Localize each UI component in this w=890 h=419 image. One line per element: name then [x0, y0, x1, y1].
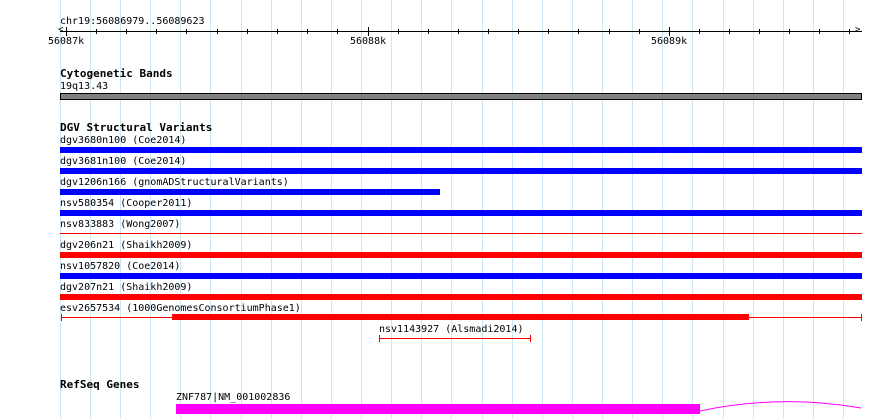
dgv-feature-bar[interactable]: [60, 168, 862, 174]
dgv-feature-bar[interactable]: [60, 189, 440, 195]
gene-exon-bar[interactable]: [176, 404, 700, 414]
dgv-feature-bar[interactable]: [60, 294, 862, 300]
location-label: chr19:56086979..56089623: [60, 16, 205, 27]
dgv-feature-bar[interactable]: [60, 210, 862, 216]
ruler-right-arrow-icon: >: [855, 25, 861, 35]
refseq-track-title: RefSeq Genes: [60, 378, 140, 391]
dgv-feature-bar[interactable]: [60, 147, 862, 153]
dgv-feature-label: nsv1057820 (Coe2014): [60, 261, 181, 272]
gene-label: ZNF787|NM_001002836: [176, 392, 291, 403]
dgv-feature-label: dgv1206n166 (gnomADStructuralVariants): [60, 177, 289, 188]
dgv-track-title: DGV Structural Variants: [60, 121, 213, 134]
dgv-feature-label: dgv206n21 (Shaikh2009): [60, 240, 193, 251]
ruler-axis: [60, 31, 862, 32]
dgv-feature-label: dgv3680n100 (Coe2014): [60, 135, 187, 146]
cytoband-track-title: Cytogenetic Bands: [60, 67, 173, 80]
dgv-feature-cap: [379, 335, 380, 342]
dgv-feature-bar[interactable]: [60, 273, 862, 279]
ruler-left-arrow-icon: <: [58, 25, 64, 35]
dgv-feature-label: nsv1143927 (Alsmadi2014): [379, 324, 524, 335]
dgv-feature-cap: [530, 335, 531, 342]
ruler-major-tick: [368, 27, 369, 36]
dgv-feature-line[interactable]: [379, 338, 531, 339]
dgv-feature-label: dgv3681n100 (Coe2014): [60, 156, 187, 167]
ruler-major-tick: [66, 27, 67, 36]
dgv-feature-line[interactable]: [60, 233, 862, 234]
gene-intron-line[interactable]: [700, 398, 862, 414]
ruler-tick-label: 56088k: [350, 36, 387, 47]
ruler-major-tick: [669, 27, 670, 36]
cytoband-bar[interactable]: [60, 93, 862, 100]
dgv-feature-label: nsv833883 (Wong2007): [60, 219, 181, 230]
dgv-feature-label: dgv207n21 (Shaikh2009): [60, 282, 193, 293]
dgv-feature-cap: [61, 314, 62, 321]
ruler-tick-label: 56089k: [651, 36, 688, 47]
dgv-feature-label: esv2657534 (1000GenomesConsortiumPhase1): [60, 303, 301, 314]
ruler-tick-label: 56087k: [48, 36, 85, 47]
dgv-feature-cap: [861, 314, 862, 321]
cytoband-label: 19q13.43: [60, 81, 109, 92]
dgv-feature-label: nsv580354 (Cooper2011): [60, 198, 193, 209]
dgv-feature-bar[interactable]: [60, 252, 862, 258]
dgv-feature-bar[interactable]: [172, 314, 749, 320]
genome-browser-panel: chr19:56086979..56089623 < > 56087k 5608…: [0, 0, 890, 419]
